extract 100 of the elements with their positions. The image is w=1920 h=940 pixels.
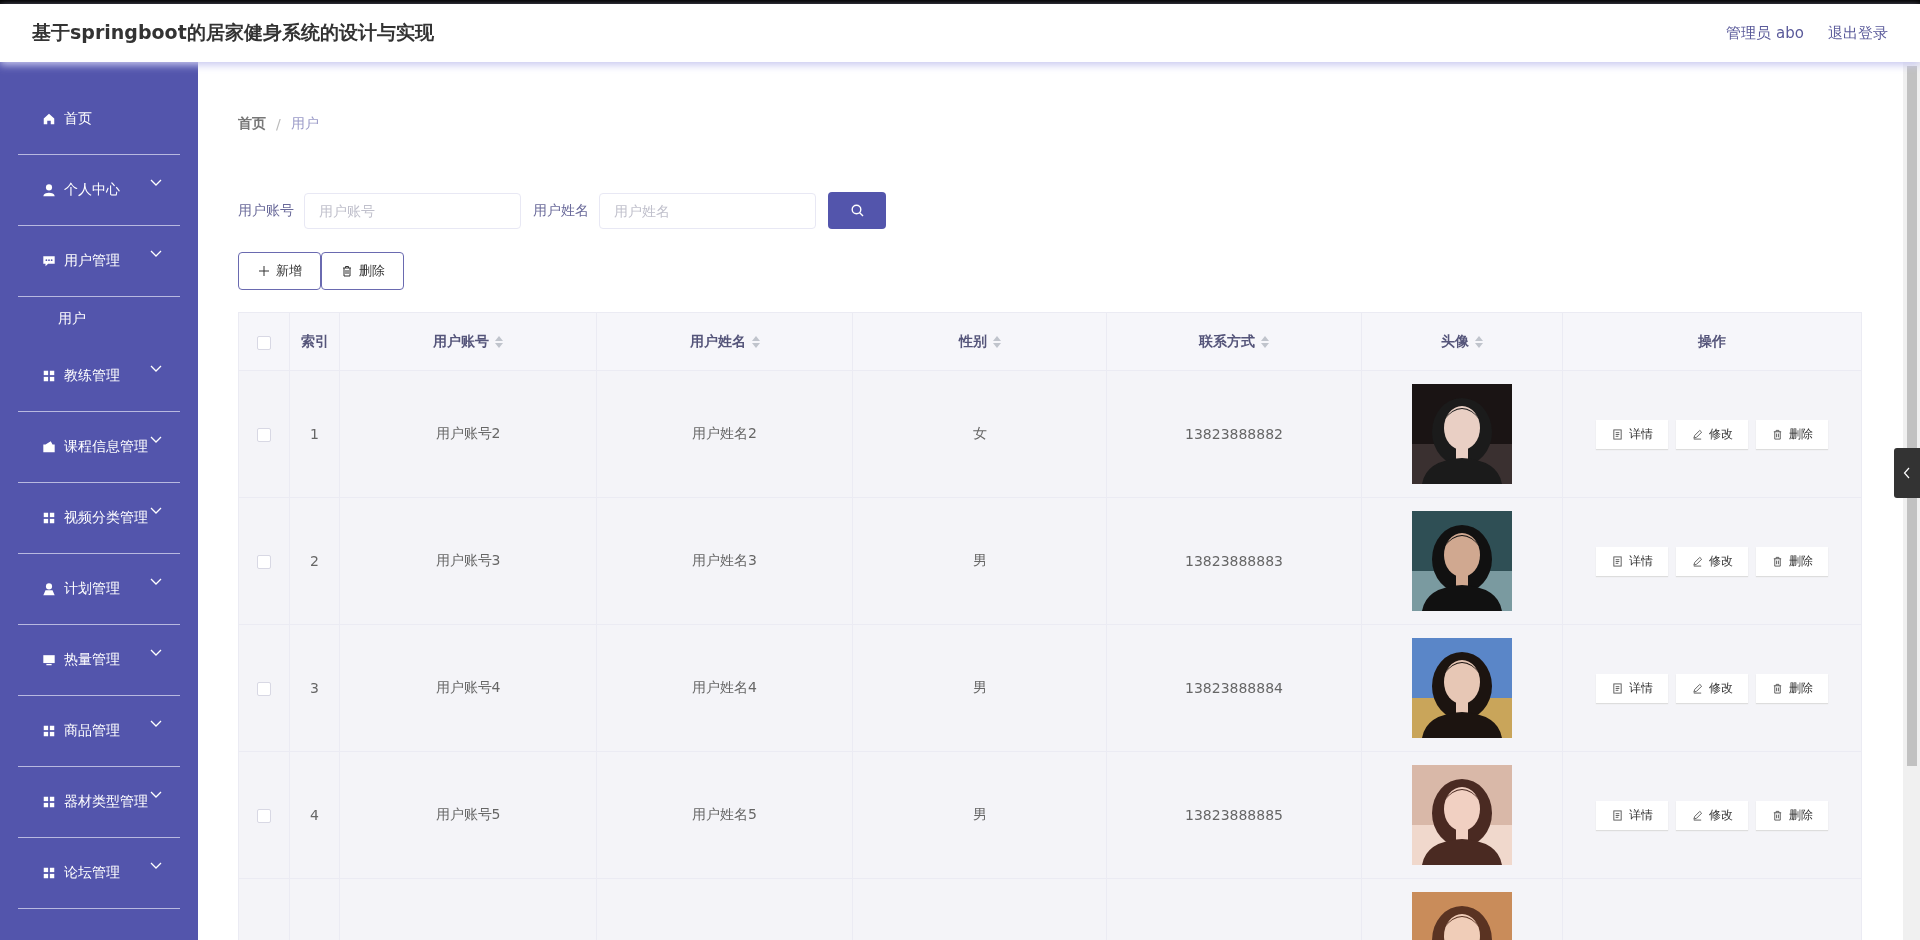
scrollbar[interactable]	[1903, 62, 1920, 940]
sidebar-item[interactable]: 首页	[18, 84, 180, 155]
table-cell: 用户姓名4	[692, 679, 757, 695]
logout-link[interactable]: 退出登录	[1828, 23, 1888, 43]
grid-icon	[42, 511, 56, 525]
sidebar-item[interactable]: 教练管理	[18, 341, 180, 412]
chevron-down-icon	[150, 179, 162, 187]
checkbox[interactable]	[257, 335, 271, 350]
document-icon	[1611, 809, 1623, 821]
trash-icon	[1771, 428, 1783, 440]
chevron-down-icon	[150, 436, 162, 444]
column-header: 用户姓名	[689, 332, 746, 351]
pencil-icon	[1691, 809, 1703, 821]
chevron-down-icon	[150, 720, 162, 728]
pencil-icon	[1691, 682, 1703, 694]
search-field[interactable]: 用户账号	[304, 192, 521, 229]
chevron-down-icon	[150, 507, 162, 515]
checkbox[interactable]	[257, 682, 271, 696]
table-cell: 3	[310, 680, 319, 696]
delete-button[interactable]: 删除	[1756, 800, 1828, 830]
sort-icon[interactable]	[495, 335, 503, 348]
column-header: 性别	[958, 332, 987, 351]
column-header: 索引	[300, 332, 329, 351]
table-cell: 女	[972, 425, 987, 441]
trash-icon	[340, 265, 353, 277]
grid-icon	[42, 795, 56, 809]
breadcrumb-separator: /	[276, 116, 281, 132]
delete-button[interactable]: 删除	[1756, 419, 1828, 449]
edit-button[interactable]: 修改	[1676, 419, 1748, 449]
chevron-down-icon	[150, 365, 162, 373]
breadcrumb-item[interactable]: 首页	[238, 115, 266, 133]
column-header: 头像	[1441, 332, 1469, 351]
field-label: 用户姓名	[533, 201, 589, 220]
sort-icon[interactable]	[1261, 335, 1269, 348]
sidebar-item[interactable]: 计划管理	[18, 554, 180, 625]
sidebar-item[interactable]: 用户管理	[18, 226, 180, 297]
table-cell: 用户姓名5	[692, 806, 757, 822]
table-cell: 用户账号3	[435, 552, 501, 568]
table-cell: 男	[972, 552, 987, 568]
user-icon	[42, 582, 56, 596]
add-button[interactable]: 新增	[238, 252, 321, 290]
table-cell: 男	[972, 679, 987, 695]
scrollbar-thumb[interactable]	[1907, 66, 1917, 766]
trash-icon	[1771, 555, 1783, 567]
plus-icon	[257, 265, 270, 277]
monitor-icon	[42, 653, 56, 667]
trash-icon	[1771, 809, 1783, 821]
checkbox[interactable]	[257, 555, 271, 569]
home-icon	[42, 112, 56, 126]
grid-icon	[42, 724, 56, 738]
pencil-icon	[1691, 428, 1703, 440]
document-icon	[1611, 428, 1623, 440]
trash-icon	[1771, 682, 1783, 694]
search-button[interactable]	[828, 192, 886, 229]
sidebar-subitem[interactable]: 用户	[0, 297, 198, 341]
sort-icon[interactable]	[992, 335, 1001, 348]
grid-icon	[42, 866, 56, 880]
delete-button[interactable]: 删除	[1756, 546, 1828, 576]
document-icon	[1611, 682, 1623, 694]
table-cell: 男	[972, 806, 987, 822]
app-title: 基于springboot的居家健身系统的设计与实现	[32, 20, 435, 45]
field-label: 用户账号	[238, 201, 294, 220]
admin-user-link[interactable]: 管理员 abo	[1726, 23, 1804, 43]
details-button[interactable]: 详情	[1596, 546, 1668, 576]
search-field[interactable]: 用户姓名	[599, 192, 816, 229]
edit-button[interactable]: 修改	[1676, 673, 1748, 703]
grid-icon	[42, 369, 56, 383]
table-cell: 13823888885	[1185, 807, 1283, 823]
document-icon	[1611, 555, 1623, 567]
sort-icon[interactable]	[1475, 335, 1483, 348]
sort-icon[interactable]	[751, 335, 760, 348]
sidebar-item[interactable]: 器材类型管理	[18, 767, 180, 838]
table-cell: 用户账号4	[435, 679, 501, 695]
sidebar-item[interactable]: 商品管理	[18, 696, 180, 767]
pencil-icon	[1691, 555, 1703, 567]
delete-button[interactable]: 删除	[321, 252, 404, 290]
sidebar-item[interactable]: 论坛管理	[18, 838, 180, 909]
chevron-down-icon	[150, 250, 162, 258]
sidebar-item[interactable]: 热量管理	[18, 625, 180, 696]
collapse-tab[interactable]	[1894, 448, 1920, 498]
details-button[interactable]: 详情	[1596, 673, 1668, 703]
column-header: 用户账号	[433, 332, 489, 351]
details-button[interactable]: 详情	[1596, 419, 1668, 449]
checkbox[interactable]	[257, 428, 271, 442]
edit-button[interactable]: 修改	[1676, 800, 1748, 830]
table-cell: 13823888883	[1185, 553, 1283, 569]
wallet-icon	[42, 440, 56, 454]
edit-button[interactable]: 修改	[1676, 546, 1748, 576]
delete-button[interactable]: 删除	[1756, 673, 1828, 703]
column-header: 操作	[1698, 332, 1726, 351]
table-cell: 2	[310, 553, 319, 569]
user-icon	[42, 183, 56, 197]
search-icon	[850, 204, 864, 217]
sidebar-item[interactable]: 个人中心	[18, 155, 180, 226]
breadcrumb-item: 用户	[290, 115, 319, 133]
sidebar-item[interactable]: 视频分类管理	[18, 483, 180, 554]
sidebar-item[interactable]: 课程信息管理	[18, 412, 180, 483]
column-header: 联系方式	[1199, 332, 1255, 351]
details-button[interactable]: 详情	[1596, 800, 1668, 830]
checkbox[interactable]	[257, 809, 271, 823]
